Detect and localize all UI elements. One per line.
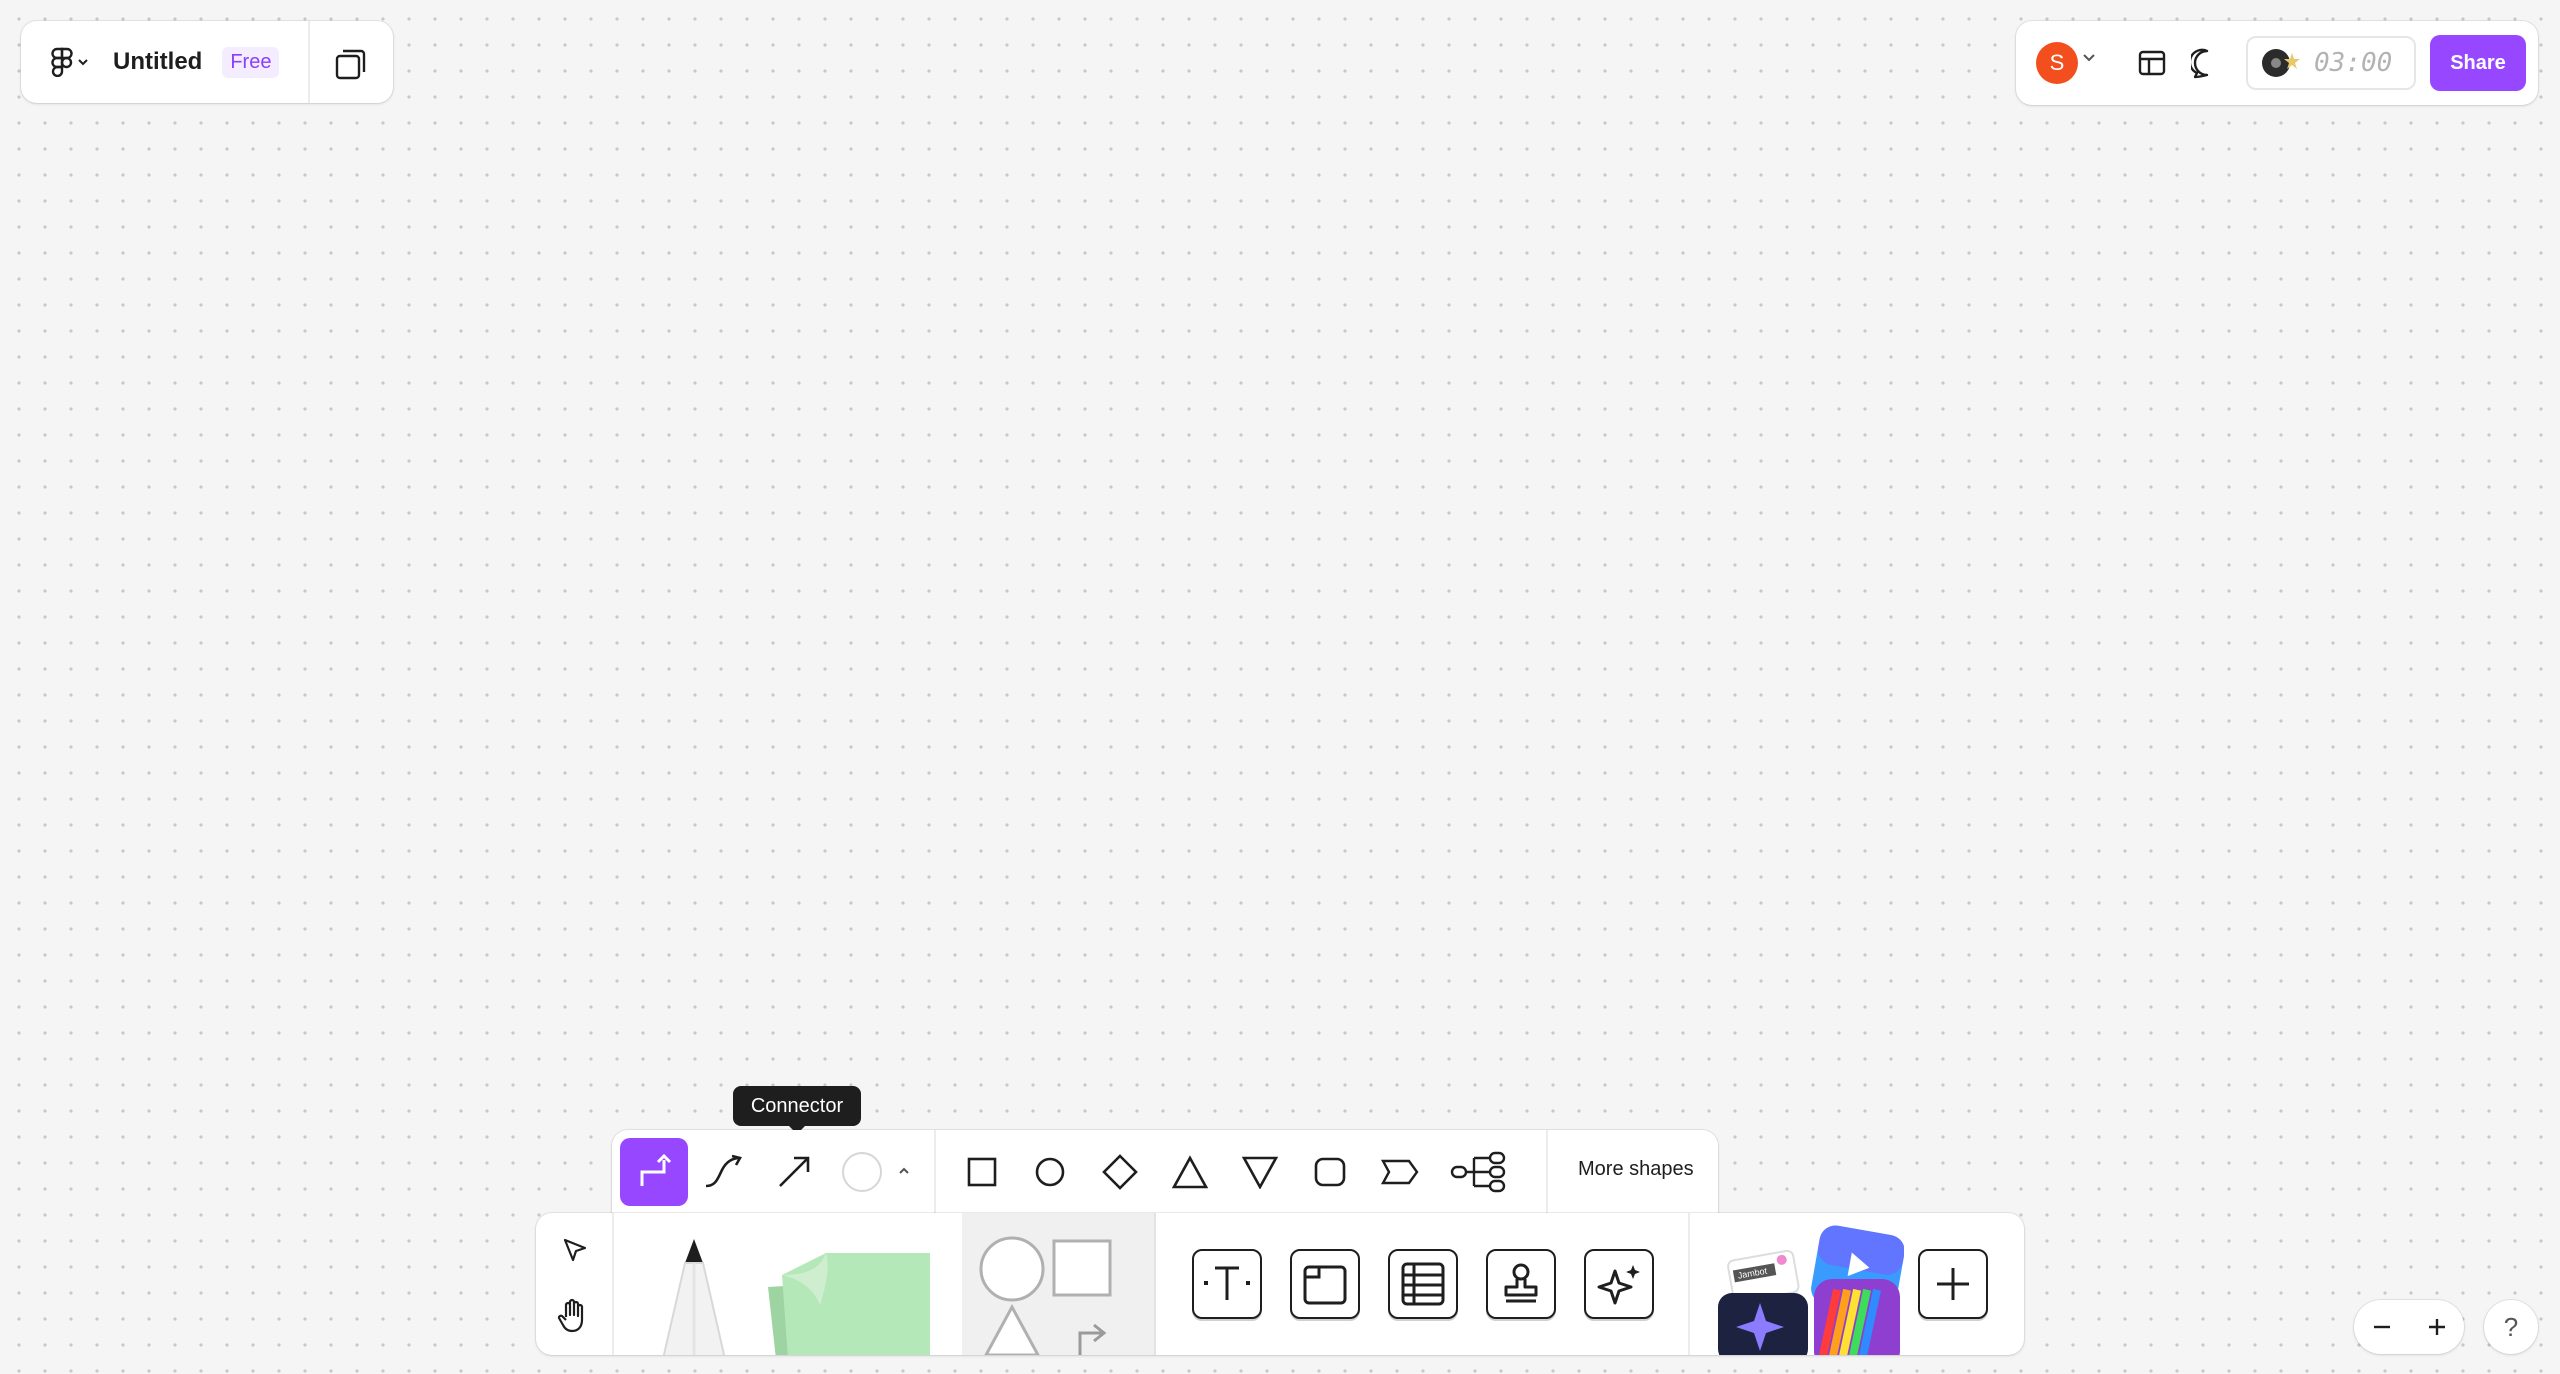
divider (612, 1213, 614, 1355)
triangle-down-button[interactable] (1226, 1138, 1294, 1206)
curved-connector-button[interactable] (690, 1138, 758, 1206)
arrow-line-icon (779, 1156, 810, 1187)
chevron-up-icon[interactable] (898, 1166, 910, 1176)
rounded-rectangle-button[interactable] (1296, 1138, 1364, 1206)
section-tool[interactable] (1290, 1249, 1360, 1319)
stamp-icon (1504, 1263, 1538, 1303)
file-panel: Untitled Free (21, 21, 393, 103)
divider (1154, 1213, 1156, 1355)
layout-button[interactable] (2134, 45, 2170, 81)
comment-icon (2191, 48, 2209, 79)
layout-icon (2138, 50, 2166, 76)
section-icon (1303, 1265, 1347, 1305)
widgets-plugins-tool[interactable]: Jambot (1714, 1223, 1904, 1355)
figma-logo-icon (51, 47, 73, 77)
chevron-down-icon[interactable] (2082, 53, 2096, 63)
ai-widget-tool[interactable] (1584, 1249, 1654, 1319)
chevron-shape-icon (1380, 1159, 1419, 1185)
text-icon (1204, 1266, 1250, 1300)
more-shapes-button[interactable]: More shapes (1578, 1158, 1694, 1181)
music-disc-icon (2262, 49, 2300, 77)
shapes-icon (979, 1236, 1112, 1355)
triangle-button[interactable] (1156, 1138, 1224, 1206)
tree-diagram-button[interactable] (1446, 1138, 1514, 1206)
file-title[interactable]: Untitled (113, 48, 202, 76)
help-button[interactable]: ? (2484, 1300, 2538, 1354)
chevron-down-icon (78, 59, 88, 66)
table-icon (1401, 1262, 1445, 1306)
diamond-icon (1102, 1154, 1138, 1190)
color-swatch-icon (842, 1152, 882, 1192)
rectangle-button[interactable] (948, 1138, 1016, 1206)
rectangle-icon (967, 1157, 997, 1187)
main-toolbar: Jambot (536, 1213, 2024, 1355)
plan-badge[interactable]: Free (222, 46, 280, 78)
tree-diagram-icon (1450, 1151, 1506, 1193)
sparkle-icon (1597, 1265, 1640, 1305)
divider (934, 1130, 936, 1214)
divider (1546, 1130, 1548, 1214)
zoom-out-icon[interactable] (2370, 1315, 2394, 1339)
plus-icon (1937, 1268, 1969, 1300)
pages-icon (335, 49, 366, 80)
timer-widget[interactable]: 03:00 (2246, 36, 2416, 90)
color-picker-button[interactable] (832, 1138, 892, 1206)
more-tools-button[interactable] (1918, 1249, 1988, 1319)
shapes-tool[interactable] (962, 1213, 1154, 1355)
navigation-tools (536, 1213, 612, 1355)
timer-text: 03:00 (2314, 48, 2393, 78)
table-tool[interactable] (1388, 1249, 1458, 1319)
collab-panel: S 03:00 Share (2016, 21, 2538, 105)
avatar[interactable]: S (2036, 42, 2078, 84)
sticky-note-tool[interactable] (762, 1239, 952, 1355)
chevron-shape-button[interactable] (1366, 1138, 1434, 1206)
main-menu-button[interactable] (35, 21, 105, 103)
rounded-rectangle-icon (1314, 1157, 1346, 1187)
shape-flyout: More shapes (612, 1130, 1718, 1214)
hand-tool[interactable] (554, 1295, 594, 1335)
elbow-connector-button[interactable] (620, 1138, 688, 1206)
elbow-connector-icon (640, 1153, 672, 1186)
curved-connector-icon (705, 1154, 742, 1188)
ellipse-icon (1035, 1157, 1065, 1187)
stamp-tool[interactable] (1486, 1249, 1556, 1319)
cursor-icon (563, 1238, 587, 1262)
share-button[interactable]: Share (2430, 35, 2526, 91)
triangle-down-icon (1242, 1156, 1278, 1189)
zoom-in-icon[interactable] (2425, 1315, 2449, 1339)
straight-connector-button[interactable] (760, 1138, 828, 1206)
zoom-controls (2354, 1300, 2464, 1354)
diamond-button[interactable] (1086, 1138, 1154, 1206)
ellipse-button[interactable] (1016, 1138, 1084, 1206)
comment-button[interactable] (2189, 45, 2225, 81)
divider (1688, 1213, 1690, 1355)
marker-tool[interactable] (654, 1239, 734, 1355)
move-tool[interactable] (554, 1231, 594, 1271)
pages-button[interactable] (331, 44, 371, 84)
hand-icon (557, 1298, 584, 1333)
divider (308, 21, 310, 103)
connector-tooltip: Connector (733, 1086, 861, 1134)
text-tool[interactable] (1192, 1249, 1262, 1319)
triangle-icon (1172, 1155, 1208, 1189)
